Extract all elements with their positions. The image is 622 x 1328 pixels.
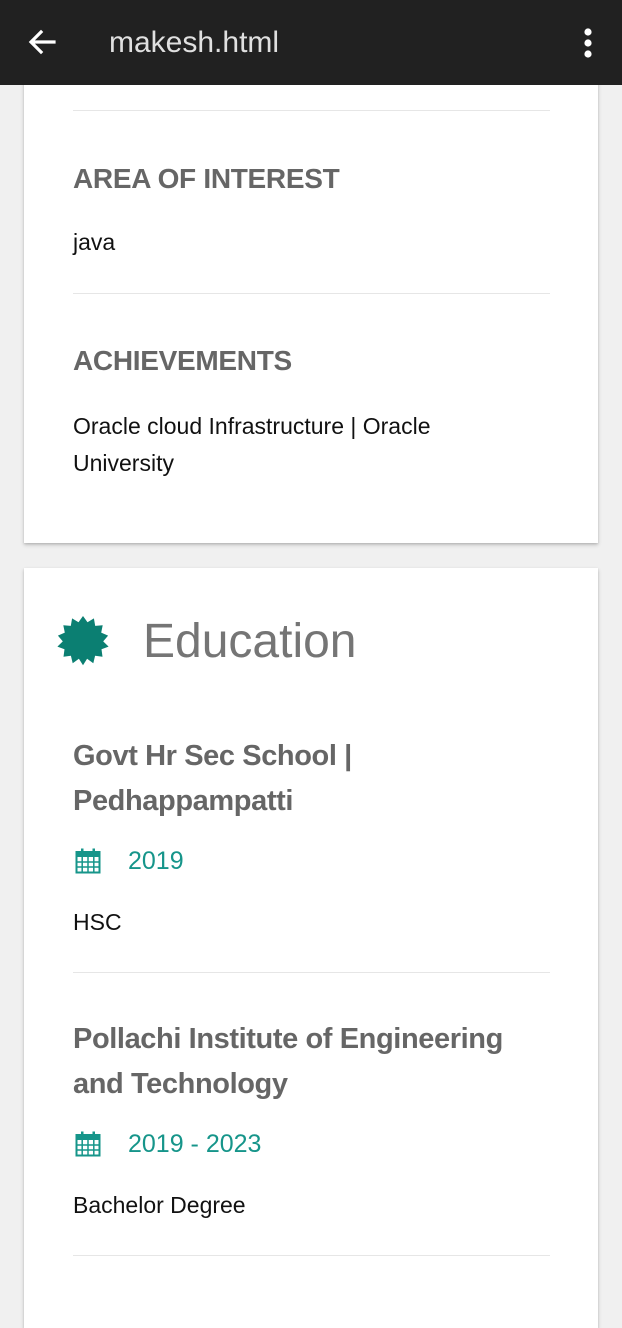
- achievements-text: Oracle cloud Infrastructure | Oracle Uni…: [73, 413, 431, 476]
- area-of-interest-text: java: [73, 229, 116, 255]
- education-card: Education Govt Hr Sec School | Pedhappam…: [24, 568, 598, 1328]
- back-button[interactable]: [22, 22, 62, 62]
- education-item-degree: HSC: [73, 909, 122, 935]
- education-item-school: Govt Hr Sec School | Pedhappampatti: [73, 740, 352, 817]
- calendar-icon: [75, 848, 101, 874]
- section-divider: [73, 293, 550, 294]
- page-title: makesh.html: [109, 26, 280, 59]
- education-section-title: Education: [143, 615, 357, 668]
- education-item-degree: Bachelor Degree: [73, 1192, 246, 1218]
- achievements-heading: ACHIEVEMENTS: [73, 345, 292, 376]
- badge-icon: [56, 616, 110, 670]
- calendar-icon: [75, 1131, 101, 1157]
- app-bar: makesh.html: [0, 0, 622, 85]
- education-divider: [73, 972, 550, 973]
- education-item-date: 2019 - 2023: [128, 1130, 262, 1158]
- education-item-school: Pollachi Institute of Engineering and Te…: [73, 1023, 503, 1100]
- overflow-menu-button[interactable]: [570, 22, 606, 62]
- section-divider: [73, 110, 550, 111]
- education-divider: [73, 1255, 550, 1256]
- area-of-interest-heading: AREA OF INTEREST: [73, 163, 340, 194]
- education-item-date: 2019: [128, 847, 184, 875]
- more-vert-icon: [584, 28, 592, 58]
- arrow-left-icon: [28, 29, 56, 55]
